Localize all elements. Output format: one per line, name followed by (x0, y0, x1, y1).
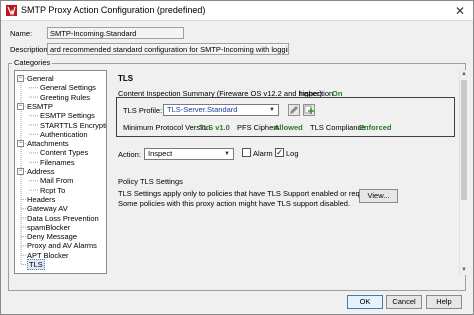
tree-item[interactable]: Content Types (40, 148, 88, 157)
tree-item-label: TLS (27, 259, 45, 270)
alarm-checkbox[interactable] (242, 148, 251, 157)
tls-profile-value: TLS-Server.Standard (167, 105, 238, 114)
chevron-down-icon: ▼ (224, 151, 230, 157)
min-version-label: Minimum Protocol Version (123, 123, 211, 132)
tree-item-label: Headers (27, 194, 56, 204)
category-tree[interactable]: − General General Settings Greeting Rules − E… (14, 70, 107, 274)
tree-item[interactable]: General Settings (40, 83, 96, 92)
tree-item[interactable]: Headers (27, 195, 55, 204)
add-profile-button[interactable] (303, 104, 315, 116)
description-label: Description: (10, 45, 50, 54)
window-title: SMTP Proxy Action Configuration (predefi… (21, 5, 206, 15)
add-icon (304, 105, 314, 114)
tree-item-label: Content Types (40, 148, 89, 158)
name-field[interactable]: SMTP-Incoming.Standard (47, 27, 184, 39)
tree-item[interactable]: Gateway AV (27, 204, 68, 213)
tree-item-label: General (27, 74, 54, 83)
tree-item[interactable]: Deny Message (27, 232, 77, 241)
close-icon[interactable]: ✕ (453, 4, 467, 18)
title-bar: SMTP Proxy Action Configuration (predefi… (1, 1, 473, 21)
panel-scrollbar[interactable]: ▲ ▼ (459, 70, 467, 275)
tree-item-label: ESMTP (27, 101, 53, 111)
tree-item[interactable]: Proxy and AV Alarms (27, 241, 97, 250)
tls-heading: TLS (118, 74, 134, 83)
tree-item-label: STARTTLS Encryption (40, 120, 106, 130)
tree-item[interactable]: Authentication (40, 130, 88, 139)
pfs-value: Allowed (274, 123, 303, 132)
tree-item[interactable]: Greeting Rules (40, 93, 90, 102)
tree-item[interactable]: Rcpt To (40, 186, 65, 195)
watchguard-app-icon (6, 5, 17, 16)
tree-item-label: Proxy and AV Alarms (27, 241, 97, 251)
tree-item[interactable]: TLS (27, 259, 45, 270)
tree-item-label: General Settings (40, 83, 96, 93)
min-version-value: TLS v1.0 (199, 123, 230, 132)
log-label: Log (286, 149, 299, 158)
alarm-label: Alarm (253, 149, 273, 158)
tree-item-label: Address (27, 167, 55, 176)
tree-item-label: Filenames (40, 157, 75, 167)
action-label: Action: (118, 150, 141, 159)
tree-item[interactable]: Data Loss Prevention (27, 214, 99, 223)
compliance-label: TLS Compliance (310, 123, 366, 132)
policy-text-2: Some policies with this proxy action mig… (118, 199, 351, 208)
cancel-button[interactable]: Cancel (386, 295, 422, 309)
categories-title: Categories (12, 58, 53, 67)
tree-collapse-toggle[interactable]: − (17, 168, 24, 175)
tree-item[interactable]: ESMTP (27, 102, 53, 111)
tree-item-label: Rcpt To (40, 185, 66, 195)
tree-item-label: spamBlocker (27, 222, 71, 232)
tree-item[interactable]: spamBlocker (27, 223, 70, 232)
compliance-value: Enforced (359, 123, 392, 132)
dialog-window: SMTP Proxy Action Configuration (predefi… (0, 0, 474, 315)
action-value: Inspect (148, 149, 173, 158)
action-select[interactable]: Inspect ▼ (144, 148, 234, 160)
edit-profile-button[interactable] (288, 104, 300, 116)
tree-collapse-toggle[interactable]: − (17, 140, 24, 148)
tree-item-label: Authentication (40, 129, 88, 139)
tree-item-label: Deny Message (27, 232, 78, 242)
tree-item[interactable]: Mail From (40, 176, 73, 185)
policy-heading: Policy TLS Settings (118, 177, 183, 186)
chevron-down-icon: ▼ (269, 107, 275, 113)
tree-item-label: Greeting Rules (40, 92, 91, 102)
tree-item[interactable]: General (27, 74, 54, 83)
tree-collapse-toggle[interactable]: − (17, 102, 24, 110)
scroll-down-icon[interactable]: ▼ (460, 266, 468, 274)
tree-item[interactable]: Address (27, 167, 55, 176)
tls-profile-label: TLS Profile: (123, 106, 163, 115)
tree-item[interactable]: ESMTP Settings (40, 111, 95, 120)
tree-item[interactable]: Filenames (40, 158, 75, 167)
scroll-up-icon[interactable]: ▲ (460, 70, 468, 78)
tree-item[interactable]: Attachments (27, 139, 69, 148)
scroll-thumb[interactable] (461, 80, 467, 200)
log-checkbox[interactable]: ✓ (275, 148, 284, 157)
description-field[interactable]: ard recommended standard configuration f… (47, 43, 289, 55)
tree-item-label: Gateway AV (27, 204, 68, 214)
tree-item-label: Mail From (40, 176, 74, 186)
policy-text-1: TLS Settings apply only to policies that… (118, 189, 379, 198)
view-button[interactable]: View... (359, 189, 398, 203)
pencil-icon (290, 106, 298, 114)
tree-item-label: ESMTP Settings (40, 111, 95, 121)
tree-item-label: Attachments (27, 139, 69, 149)
checkmark-icon: ✓ (276, 148, 283, 157)
tree-item[interactable]: STARTTLS Encryption (40, 120, 106, 130)
tls-profile-select[interactable]: TLS-Server.Standard ▼ (163, 104, 279, 116)
help-button[interactable]: Help (426, 295, 462, 309)
tree-item-label: Data Loss Prevention (27, 213, 99, 223)
name-label: Name: (10, 29, 33, 38)
tree-collapse-toggle[interactable]: − (17, 75, 24, 82)
ok-button[interactable]: OK (347, 295, 383, 309)
